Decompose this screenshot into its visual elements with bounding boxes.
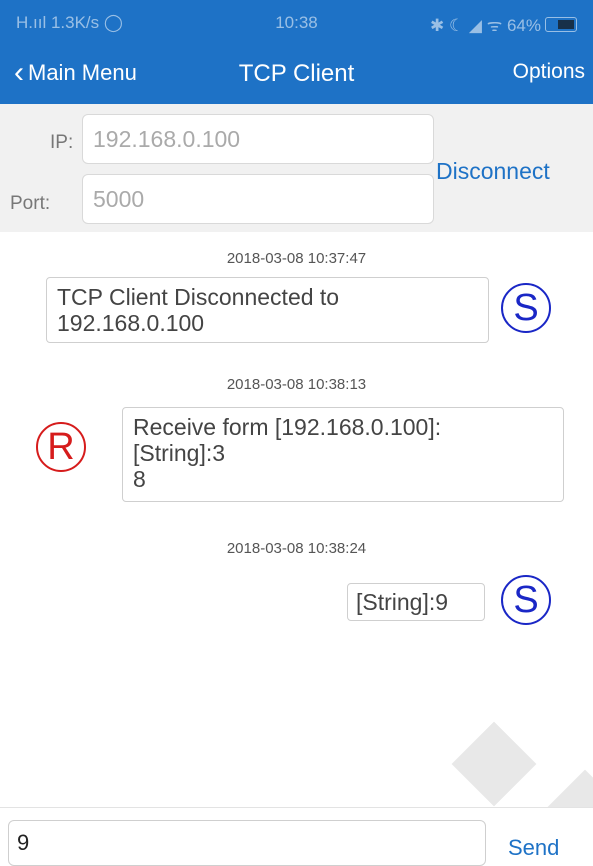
watermark-shape [451,721,537,807]
system-icons: ✱ ☾ ◢ ᯤ 64% [430,13,577,36]
message-timestamp: 2018-03-08 10:38:13 [226,376,367,393]
message-input[interactable]: 9 [8,820,486,866]
connection-panel: IP: 192.168.0.100 Port: 5000 Disconnect [0,104,593,232]
options-button[interactable]: Options [513,60,585,84]
sender-avatar-icon: S [501,283,551,333]
composer-bar: 9 Send [0,807,593,866]
port-label: Port: [10,193,51,214]
message-bubble-received: Receive form [192.168.0.100]: [String]:3… [122,407,564,502]
status-right-text: ✱ ☾ ◢ ᯤ 64% [430,16,541,35]
disconnect-button[interactable]: Disconnect [436,158,550,185]
receiver-avatar-icon: R [36,422,86,472]
message-input-value: 9 [17,830,30,855]
message-bubble-sent: [String]:9 [347,583,485,621]
port-placeholder: 5000 [93,185,145,212]
battery-icon [545,17,577,32]
message-timestamp: 2018-03-08 10:38:24 [226,540,367,557]
message-bubble-sent: TCP Client Disconnected to 192.168.0.100 [46,277,489,343]
status-bar: H.ııl 1.3K/s ◯ 10:38 ✱ ☾ ◢ ᯤ 64% [0,0,593,46]
port-input[interactable]: 5000 [82,174,434,224]
ip-label: IP: [50,132,74,153]
send-button[interactable]: Send [508,835,559,861]
sender-avatar-icon: S [501,575,551,625]
ip-placeholder: 192.168.0.100 [93,125,241,152]
page-title: TCP Client [238,60,355,87]
message-timestamp: 2018-03-08 10:37:47 [226,250,367,267]
ip-input[interactable]: 192.168.0.100 [82,114,434,164]
